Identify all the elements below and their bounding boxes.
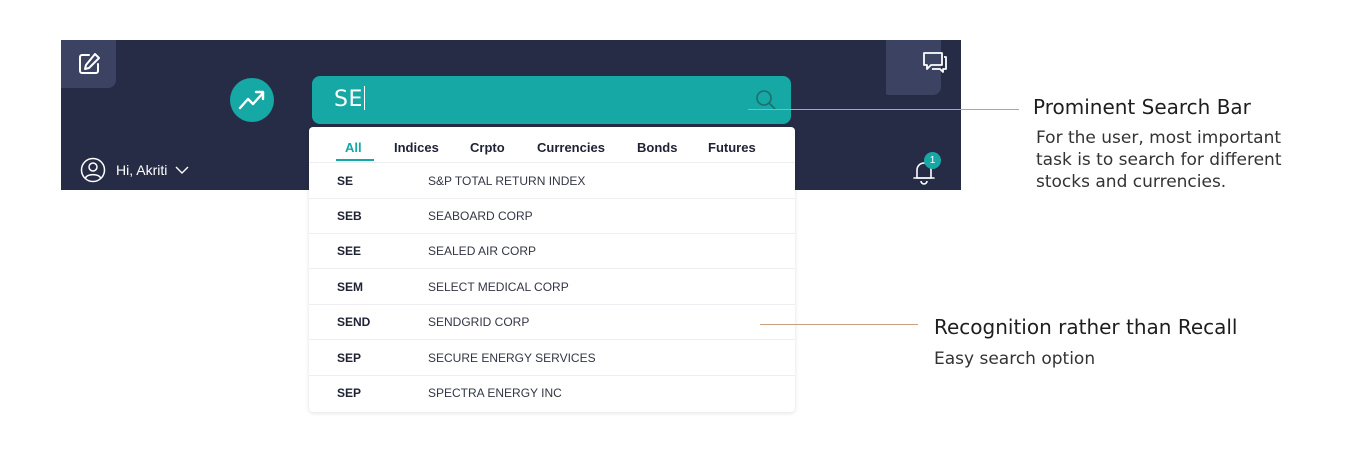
result-name: S&P TOTAL RETURN INDEX [428,174,586,188]
search-results-dropdown: All Indices Crpto Currencies Bonds Futur… [309,127,795,412]
result-name: SEALED AIR CORP [428,244,537,258]
result-symbol: SEB [337,209,362,223]
user-greeting: Hi, Akriti [116,162,168,178]
callout-desc-line: stocks and currencies. [1036,172,1227,192]
result-row[interactable]: SEB SEABOARD CORP [309,198,795,234]
user-menu[interactable]: Hi, Akriti [80,157,189,183]
result-name: SPECTRA ENERGY INC [428,386,562,400]
category-tabs: All Indices Crpto Currencies Bonds Futur… [309,127,795,163]
result-symbol: SEM [337,280,364,294]
active-tab-indicator [336,159,374,161]
callout-title-recall: Recognition rather than Recall [934,315,1238,339]
callout-line-search [748,109,1019,110]
edit-button[interactable] [61,40,116,88]
result-row[interactable]: SE S&P TOTAL RETURN INDEX [309,163,795,199]
result-name: SECURE ENERGY SERVICES [428,351,596,365]
text-cursor [363,86,366,110]
callout-desc-line: task is to search for different [1036,150,1282,170]
notification-badge: 1 [924,152,941,169]
chat-button[interactable] [886,40,947,95]
result-row[interactable]: SEND SENDGRID CORP [309,304,795,340]
app-logo[interactable] [230,78,274,122]
result-name: SEABOARD CORP [428,209,533,223]
result-symbol: SEE [337,244,362,258]
result-symbol: SEP [337,386,362,400]
tab-bonds[interactable]: Bonds [637,140,677,155]
result-symbol: SE [337,174,354,188]
result-row[interactable]: SEP SPECTRA ENERGY INC [309,375,795,410]
callout-desc-recall: Easy search option [934,348,1095,370]
chat-icon [923,52,947,73]
search-input[interactable]: SE [334,86,366,112]
tab-all[interactable]: All [345,140,362,155]
edit-icon [78,53,100,74]
tab-indices[interactable]: Indices [394,140,439,155]
callout-title-search: Prominent Search Bar [1033,95,1251,119]
search-bar[interactable]: SE [312,76,791,124]
callout-desc-search: For the user, most important task is to … [1036,127,1282,193]
search-icon[interactable] [755,89,777,111]
result-name: SELECT MEDICAL CORP [428,280,569,294]
callout-desc-line: For the user, most important [1036,128,1282,148]
result-symbol: SEND [337,315,371,329]
callout-desc-line: Easy search option [934,349,1096,369]
result-row[interactable]: SEE SEALED AIR CORP [309,233,795,269]
callout-line-recall [760,324,918,325]
tab-futures[interactable]: Futures [708,140,756,155]
tab-currencies[interactable]: Currencies [537,140,605,155]
user-icon [80,157,106,183]
result-row[interactable]: SEM SELECT MEDICAL CORP [309,269,795,305]
search-input-text: SE [334,87,363,112]
chevron-down-icon [175,166,189,174]
result-row[interactable]: SEP SECURE ENERGY SERVICES [309,340,795,376]
trending-up-icon [238,90,265,110]
result-symbol: SEP [337,351,362,365]
result-name: SENDGRID CORP [428,315,530,329]
tab-crpto[interactable]: Crpto [470,140,505,155]
